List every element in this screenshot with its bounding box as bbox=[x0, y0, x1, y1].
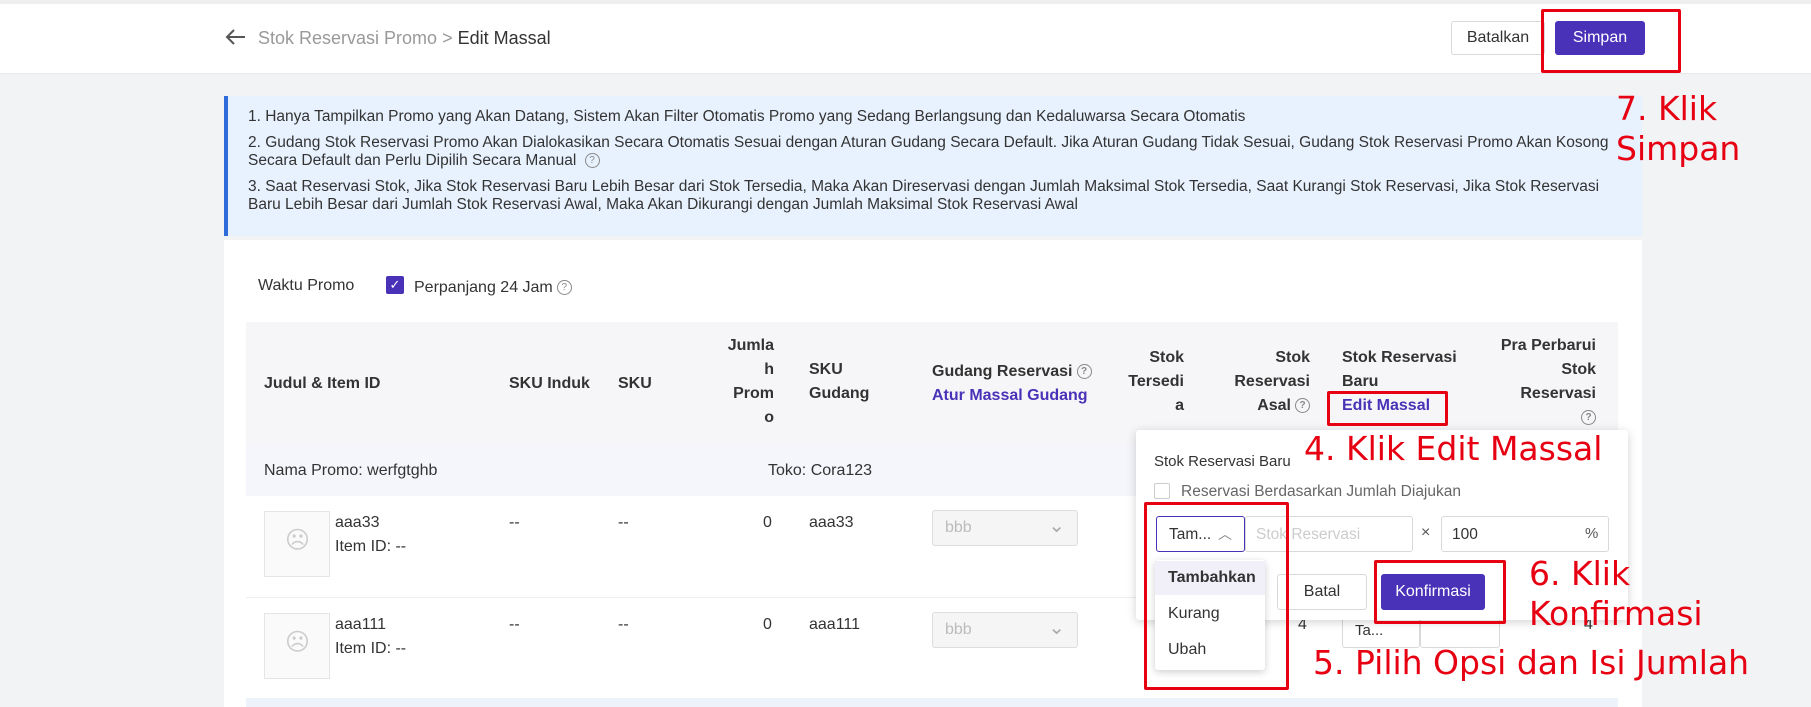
annotation-step7-line1: 7. Klik bbox=[1616, 89, 1718, 128]
warehouse-select: bbb bbox=[932, 612, 1078, 648]
jumlah-promo-value: 0 bbox=[763, 514, 772, 531]
col-asal-line: Asal bbox=[1257, 397, 1291, 414]
col-asal-line: Reservasi bbox=[1234, 373, 1310, 390]
item-id: Item ID: -- bbox=[335, 640, 407, 657]
col-jumlah-line: o bbox=[764, 409, 774, 426]
product-image-placeholder bbox=[264, 511, 330, 577]
notice-line-2: 2. Gudang Stok Reservasi Promo Akan Dial… bbox=[248, 134, 1622, 170]
breadcrumb: Stok Reservasi Promo > Edit Massal bbox=[258, 28, 551, 49]
help-icon[interactable]: ? bbox=[1581, 410, 1596, 426]
extend-24h-label: Perpanjang 24 Jam? bbox=[414, 279, 572, 297]
col-stok-reservasi-asal: Stok Reservasi Asal? bbox=[1216, 346, 1310, 418]
page-title: Edit Massal bbox=[457, 28, 551, 48]
breadcrumb-parent[interactable]: Stok Reservasi Promo bbox=[258, 28, 437, 48]
back-arrow-icon[interactable] bbox=[224, 25, 248, 49]
col-baru-line: Stok Reservasi bbox=[1342, 349, 1457, 366]
col-pra-perbarui: Pra Perbarui Stok Reservasi ? bbox=[1490, 334, 1596, 430]
notice-line-3: 3. Saat Reservasi Stok, Jika Stok Reserv… bbox=[248, 178, 1600, 213]
promo-time-label: Waktu Promo bbox=[258, 277, 355, 294]
col-stok-tersedia-line: a bbox=[1175, 397, 1184, 414]
col-stok-tersedia-line: Tersedi bbox=[1128, 373, 1184, 390]
highlight-konfirmasi bbox=[1374, 560, 1506, 624]
next-group-row bbox=[246, 698, 1618, 707]
col-sku: SKU bbox=[618, 375, 652, 392]
percent-input[interactable]: 100 bbox=[1441, 516, 1609, 552]
sku-gudang-value: aaa33 bbox=[809, 514, 854, 531]
col-gudang-reservasi: Gudang Reservasi? Atur Massal Gudang bbox=[932, 360, 1092, 408]
col-asal-line: Stok bbox=[1275, 349, 1310, 366]
extend-24h-checkbox[interactable]: ✓ bbox=[386, 276, 404, 294]
cancel-button[interactable]: Batalkan bbox=[1451, 21, 1545, 55]
annotation-step4: 4. Klik Edit Massal bbox=[1304, 429, 1603, 468]
popup-title: Stok Reservasi Baru bbox=[1154, 453, 1291, 470]
col-stok-tersedia-line: Stok bbox=[1149, 349, 1184, 366]
atur-massal-gudang-link[interactable]: Atur Massal Gudang bbox=[932, 387, 1088, 404]
percent-sign: % bbox=[1585, 525, 1599, 542]
reservasi-diajukan-checkbox[interactable] bbox=[1154, 483, 1170, 499]
sku-gudang-value: aaa111 bbox=[809, 616, 861, 633]
sku-value: -- bbox=[618, 616, 629, 633]
col-pra-line: Stok bbox=[1561, 361, 1596, 378]
product-name: aaa111 bbox=[335, 616, 387, 633]
col-stok-tersedia: Stok Tersedi a bbox=[1120, 346, 1184, 418]
col-sku-gudang-line: SKU bbox=[809, 361, 843, 378]
highlight-dropdown bbox=[1144, 502, 1289, 690]
help-icon[interactable]: ? bbox=[1076, 364, 1092, 380]
notice-line-2-text: 2. Gudang Stok Reservasi Promo Akan Dial… bbox=[248, 134, 1609, 169]
reservasi-diajukan-label: Reservasi Berdasarkan Jumlah Diajukan bbox=[1181, 483, 1461, 500]
annotation-step6: 6. Klik Konfirmasi bbox=[1529, 554, 1703, 633]
product-name: aaa33 bbox=[335, 514, 380, 531]
col-sku-gudang-line: Gudang bbox=[809, 385, 870, 402]
highlight-edit-massal bbox=[1327, 391, 1448, 426]
annotation-step7-line2: Simpan bbox=[1616, 129, 1741, 168]
sku-value: -- bbox=[618, 514, 629, 531]
jumlah-promo-value: 0 bbox=[763, 616, 772, 633]
col-judul: Judul & Item ID bbox=[264, 375, 381, 392]
col-jumlah-line: Prom bbox=[733, 385, 774, 402]
breadcrumb-separator: > bbox=[442, 28, 453, 48]
sku-induk-value: -- bbox=[509, 514, 520, 531]
batal-button[interactable]: Batal bbox=[1277, 574, 1367, 610]
item-id: Item ID: -- bbox=[335, 538, 407, 555]
help-icon[interactable]: ? bbox=[556, 280, 572, 296]
col-pra-line: Reservasi bbox=[1520, 385, 1596, 402]
notice-line-1: 1. Hanya Tampilkan Promo yang Akan Datan… bbox=[248, 108, 1246, 125]
product-image-placeholder bbox=[264, 613, 330, 679]
annotation-step5: 5. Pilih Opsi dan Isi Jumlah bbox=[1313, 643, 1750, 682]
extend-24h-text: Perpanjang 24 Jam bbox=[414, 279, 553, 296]
col-jumlah-promo: Jumla h Prom o bbox=[726, 334, 774, 430]
help-icon[interactable]: ? bbox=[584, 153, 600, 169]
col-sku-gudang: SKU Gudang bbox=[809, 358, 869, 406]
col-sku-induk: SKU Induk bbox=[509, 375, 590, 392]
shop-name: Toko: Cora123 bbox=[768, 462, 873, 479]
help-icon[interactable]: ? bbox=[1295, 398, 1310, 414]
col-pra-line: Pra Perbarui bbox=[1500, 337, 1596, 354]
sku-induk-value: -- bbox=[509, 616, 520, 633]
info-notice: 1. Hanya Tampilkan Promo yang Akan Datan… bbox=[224, 96, 1642, 236]
multiply-icon: × bbox=[1421, 524, 1431, 541]
promo-name: Nama Promo: werfgtghb bbox=[264, 462, 438, 479]
col-jumlah-line: Jumla bbox=[727, 337, 774, 354]
highlight-save bbox=[1541, 9, 1681, 73]
col-jumlah-line: h bbox=[764, 361, 774, 378]
warehouse-select: bbb bbox=[932, 510, 1078, 546]
col-gudang-text: Gudang Reservasi bbox=[932, 363, 1073, 380]
